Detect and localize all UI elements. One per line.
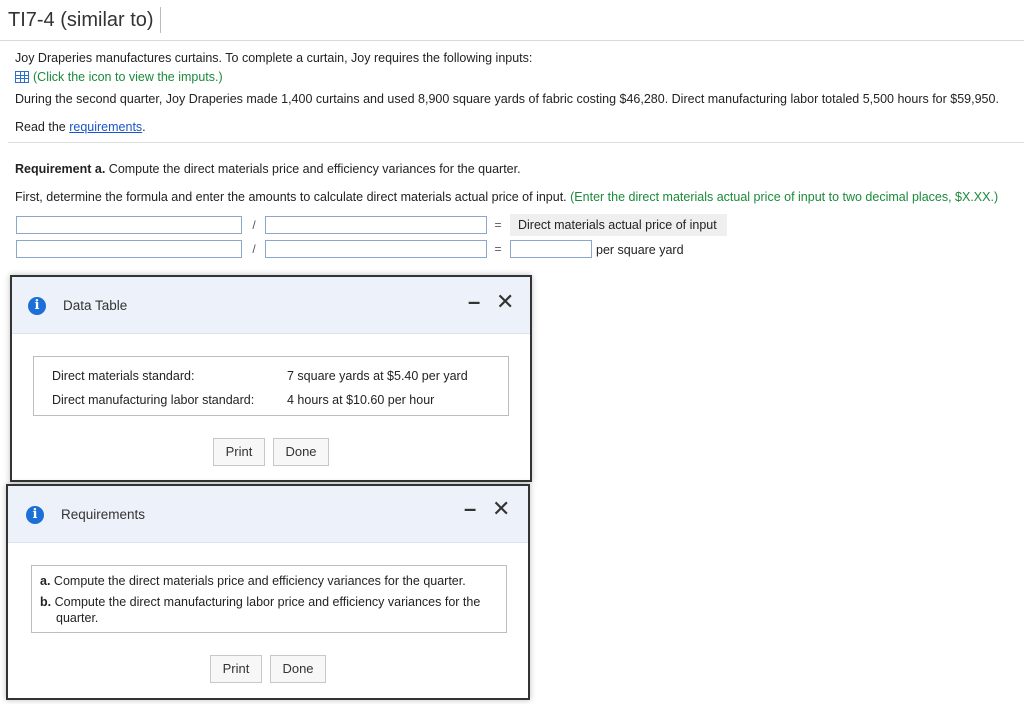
requirement-a: Requirement a. Compute the direct materi… (15, 162, 521, 176)
data-table-modal-header: i Data Table – ✕ (12, 277, 530, 334)
data-row-value: 4 hours at $10.60 per hour (287, 393, 435, 407)
first-text: First, determine the formula and enter t… (15, 190, 567, 204)
problem-intro: Joy Draperies manufactures curtains. To … (15, 51, 533, 65)
requirements-modal: i Requirements – ✕ a. Compute the direct… (6, 484, 530, 700)
page-title: TI7-4 (similar to) (8, 7, 161, 33)
equals-symbol: = (494, 242, 502, 256)
minimize-icon[interactable]: – (468, 289, 480, 315)
requirement-a-label: Requirement a. (15, 162, 106, 176)
print-button[interactable]: Print (213, 438, 265, 466)
requirement-text: Compute the direct manufacturing labor p… (54, 595, 481, 625)
data-table: Direct materials standard: 7 square yard… (33, 356, 509, 416)
requirements-title: Requirements (61, 507, 146, 522)
read-requirements: Read the requirements. (15, 120, 146, 134)
requirements-list: a. Compute the direct materials price an… (31, 565, 507, 633)
done-button[interactable]: Done (273, 438, 329, 466)
requirement-text: Compute the direct materials price and e… (53, 574, 466, 588)
close-icon[interactable]: ✕ (496, 289, 514, 315)
data-table-modal: i Data Table – ✕ Direct materials standa… (10, 275, 532, 482)
requirement-letter: a. (40, 574, 51, 588)
requirement-item: b. Compute the direct manufacturing labo… (40, 594, 511, 626)
minimize-icon[interactable]: – (464, 496, 476, 522)
table-icon[interactable] (15, 71, 29, 83)
print-button[interactable]: Print (210, 655, 262, 683)
requirements-modal-header: i Requirements – ✕ (8, 486, 528, 543)
first-hint: (Enter the direct materials actual price… (566, 190, 999, 204)
actual-price-input[interactable] (510, 240, 592, 258)
data-table-title: Data Table (63, 298, 128, 313)
inputs-link[interactable]: (Click the icon to view the imputs.) (33, 70, 223, 84)
data-row-label: Direct manufacturing labor standard: (52, 393, 255, 407)
requirement-a-text: Compute the direct materials price and e… (105, 162, 521, 176)
requirement-item: a. Compute the direct materials price an… (40, 574, 466, 588)
formula-row1-input2[interactable] (265, 216, 487, 234)
inputs-link-row[interactable]: (Click the icon to view the imputs.) (15, 70, 223, 84)
close-icon[interactable]: ✕ (492, 496, 510, 522)
done-button[interactable]: Done (270, 655, 326, 683)
info-icon: i (26, 506, 44, 524)
result-label: Direct materials actual price of input (510, 214, 727, 236)
info-icon: i (28, 297, 46, 315)
first-instruction: First, determine the formula and enter t… (15, 190, 998, 204)
formula-row2-input2[interactable] (265, 240, 487, 258)
read-suffix: . (142, 120, 146, 134)
data-row-label: Direct materials standard: (52, 369, 195, 383)
requirement-letter: b. (40, 595, 52, 609)
read-prefix: Read the (15, 120, 70, 134)
formula-row2-input1[interactable] (16, 240, 242, 258)
divider (8, 142, 1024, 143)
divide-symbol: / (252, 242, 256, 256)
requirements-link[interactable]: requirements (69, 120, 142, 134)
data-row-value: 7 square yards at $5.40 per yard (287, 369, 468, 383)
unit-label: per square yard (596, 243, 684, 257)
divide-symbol: / (252, 218, 256, 232)
problem-details: During the second quarter, Joy Draperies… (15, 92, 999, 106)
formula-row1-input1[interactable] (16, 216, 242, 234)
equals-symbol: = (494, 218, 502, 232)
